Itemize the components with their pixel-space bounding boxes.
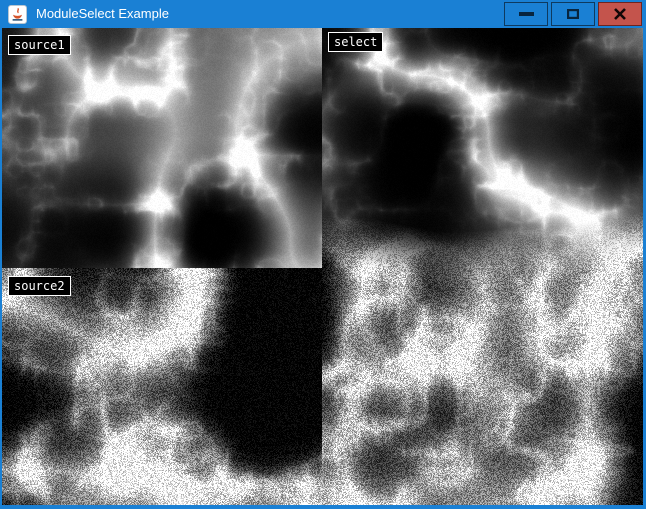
close-icon — [614, 8, 626, 20]
minimize-button[interactable] — [504, 2, 548, 26]
source1-label: source1 — [8, 35, 71, 55]
java-coffee-cup-icon — [8, 5, 27, 24]
maximize-icon — [567, 9, 579, 19]
window-title: ModuleSelect Example — [36, 0, 169, 28]
source1-preview-render — [2, 28, 322, 268]
maximize-button[interactable] — [551, 2, 595, 26]
window-controls — [504, 2, 642, 26]
titlebar[interactable]: ModuleSelect Example — [0, 0, 646, 28]
render-area: source1 select source2 — [2, 28, 643, 505]
close-button[interactable] — [598, 2, 642, 26]
select-label: select — [328, 32, 383, 52]
app-window: ModuleSelect Example source1 se — [0, 0, 646, 509]
minimize-icon — [519, 12, 534, 16]
source2-preview-render — [2, 268, 322, 505]
source2-label: source2 — [8, 276, 71, 296]
